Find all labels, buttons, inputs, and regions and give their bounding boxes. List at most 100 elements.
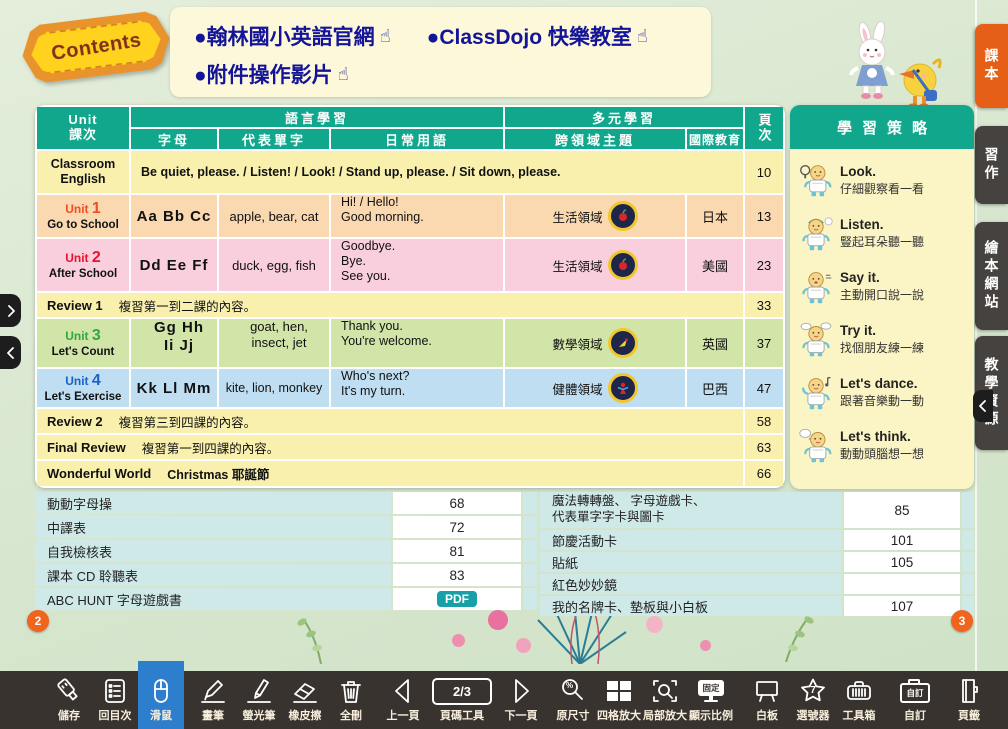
mouse-tool-button[interactable]: 滑鼠 (138, 661, 184, 729)
page-number: 63 (745, 435, 783, 459)
pointing-hand-icon: ☝ (338, 64, 349, 85)
classroom-english-content: Be quiet, please. / Listen! / Look! / St… (131, 151, 743, 193)
previous-page-icon (388, 677, 418, 705)
look-mascot-icon (798, 162, 834, 200)
toolbox-icon (844, 677, 874, 705)
custom-icon: 自訂 (900, 683, 930, 703)
collapse-sidebar-button[interactable] (973, 390, 993, 422)
appendix-item: 節慶活動卡 (540, 530, 842, 550)
listen-mascot-icon (798, 215, 834, 253)
toc-table: Unit 課次 語言學習 多元學習 頁次 字母 代表單字 日常用語 跨領域主題 … (35, 105, 785, 488)
page-number: 47 (745, 369, 783, 407)
col-header-domain: 跨領域主題 (505, 129, 685, 149)
page-number: 10 (745, 151, 783, 193)
strategy-item-look: Look.仔細觀察看一看 (798, 154, 970, 207)
expand-left-panel-button[interactable] (0, 294, 21, 327)
unit1-domain: 生活領域 (505, 195, 685, 237)
next-page-button[interactable]: 下一頁 (498, 671, 544, 729)
pen-icon (198, 677, 228, 705)
row-wonderful-world: Wonderful World Christmas 耶誕節 (37, 461, 743, 486)
flower-dot (700, 640, 711, 651)
appendix-item: 自我檢核表 (35, 540, 391, 562)
chevron-left-icon (979, 400, 987, 412)
back-to-contents-button[interactable]: 回目次 (92, 671, 138, 729)
page-tab-button[interactable]: 頁籤 (946, 671, 992, 729)
link-classdojo[interactable]: ●ClassDojo 快樂教室 ☝ (427, 21, 648, 51)
four-grid-icon (604, 677, 634, 705)
appendix-tables: 動動字母操 68 中譯表 72 自我檢核表 81 課本 CD 聆聽表 83 AB… (35, 492, 973, 616)
unit4-domain: 健體領域 (505, 369, 685, 407)
pointing-hand-icon: ☝ (380, 26, 391, 47)
row-unit2-label: Unit 2 After School (37, 239, 129, 291)
four-panel-zoom-button[interactable]: 四格放大 (596, 671, 642, 729)
link-attachment-videos[interactable]: ●附件操作影片 ☝ (194, 59, 349, 89)
appendix-item: 魔法轉轉盤、 字母遊戲卡、 代表單字字卡與圖卡 (540, 492, 842, 528)
col-header-multi-learning: 多元學習 (505, 107, 743, 127)
link-hanlin-english-site[interactable]: ●翰林國小英語官網 ☝ (194, 21, 391, 51)
toolbox-button[interactable]: 工具箱 (836, 671, 882, 729)
contents-list-icon (100, 677, 130, 705)
pdf-button[interactable]: PDF (437, 591, 477, 607)
display-ratio-button[interactable]: 固定 顯示比例 (688, 671, 734, 729)
area-zoom-button[interactable]: 局部放大 (642, 671, 688, 729)
page-number-tool-button[interactable]: 2/3 頁碼工具 (426, 671, 498, 729)
appendix-item: 我的名牌卡、墊板與小白板 (540, 596, 842, 616)
col-header-unit: Unit 課次 (37, 107, 129, 149)
contents-badge-label: Contents (49, 29, 142, 66)
row-unit4-label: Unit 4 Let's Exercise (37, 369, 129, 407)
unit2-letters: Dd Ee Ff (131, 239, 217, 291)
unit4-phrases: Who's next? It's my turn. (331, 369, 503, 407)
original-size-button[interactable]: % 原尺寸 (550, 671, 596, 729)
flower-dot (646, 616, 663, 633)
tab-textbook[interactable]: 課本 (975, 24, 1008, 108)
unit1-letters: Aa Bb Cc (131, 195, 217, 237)
tab-picturebook-site[interactable]: 繪本網站 (975, 222, 1008, 330)
page-indicator[interactable]: 2/3 (432, 678, 492, 705)
page-number: 85 (844, 492, 960, 528)
page-number: 66 (745, 461, 783, 486)
highlighter-tool-button[interactable]: 螢光筆 (236, 671, 282, 729)
unit2-domain: 生活領域 (505, 239, 685, 291)
mouse-icon (146, 677, 176, 705)
tab-workbook[interactable]: 習作 (975, 126, 1008, 204)
page-number: 68 (393, 492, 521, 514)
header-links-box: ●翰林國小英語官網 ☝ ●ClassDojo 快樂教室 ☝ ●附件操作影片 ☝ (170, 7, 711, 97)
save-button[interactable]: 儲存 (46, 671, 92, 729)
eraser-tool-button[interactable]: 橡皮擦 (282, 671, 328, 729)
page-number: 105 (844, 552, 960, 572)
eraser-icon (290, 677, 320, 705)
col-header-international: 國際教育 (687, 129, 743, 149)
sprig-decoration (286, 612, 356, 664)
sprig-decoration (756, 608, 826, 662)
col-header-language-learning: 語言學習 (131, 107, 503, 127)
appendix-item: 紅色妙妙鏡 (540, 574, 842, 594)
previous-page-button[interactable]: 上一頁 (380, 671, 426, 729)
unit1-phrases: Hi! / Hello! Good morning. (331, 195, 503, 237)
unit3-domain: 數學領域 (505, 319, 685, 367)
col-header-page: 頁次 (745, 107, 783, 149)
number-picker-button[interactable]: 7 選號器 (790, 671, 836, 729)
flower-dot (452, 634, 465, 647)
pen-tool-button[interactable]: 畫筆 (190, 671, 236, 729)
strategy-item-say: Say it.主動開口說一說 (798, 260, 970, 313)
appendix-item: ABC HUNT 字母遊戲書 (35, 588, 391, 610)
pointing-hand-icon: ☝ (637, 26, 648, 47)
display-ratio-icon: 固定 (698, 680, 724, 702)
unit4-words: kite, lion, monkey (219, 369, 329, 407)
appendix-right-table: 魔法轉轉盤、 字母遊戲卡、 代表單字字卡與圖卡 85 節慶活動卡 101 貼紙 … (540, 492, 974, 616)
unit3-country: 英國 (687, 319, 743, 367)
whiteboard-button[interactable]: 白板 (744, 671, 790, 729)
custom-button[interactable]: 自訂 自訂 (892, 671, 938, 729)
collapse-left-panel-button[interactable] (0, 336, 21, 369)
ebook-reader-page: Contents ●翰林國小英語官網 ☝ ●ClassDojo 快樂教室 ☝ ●… (0, 0, 1008, 729)
page-number: 72 (393, 516, 521, 538)
col-header-phrases: 日常用語 (331, 129, 503, 149)
page-number-badge-right: 3 (951, 610, 973, 632)
page-number: 37 (745, 319, 783, 367)
appendix-item: 課本 CD 聆聽表 (35, 564, 391, 586)
area-zoom-icon (650, 677, 680, 705)
highlighter-icon (244, 677, 274, 705)
page-number (844, 574, 960, 594)
delete-all-button[interactable]: 全刪 (328, 671, 374, 729)
row-classroom-english-label: Classroom English (37, 151, 129, 193)
